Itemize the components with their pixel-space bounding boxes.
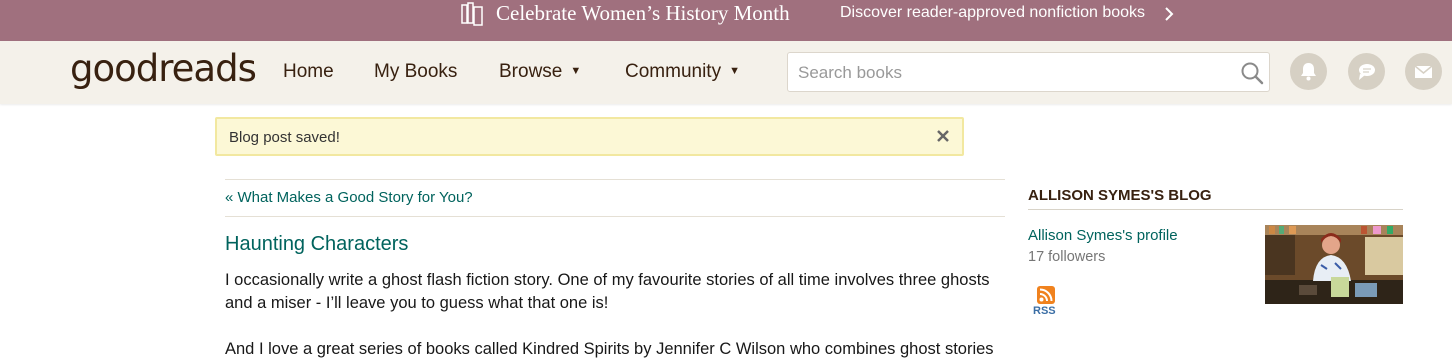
books-icon [461,2,483,26]
messages-button[interactable] [1405,53,1442,90]
mail-icon [1414,65,1433,78]
blog-sidebar-heading: ALLISON SYMES'S BLOG [1028,187,1212,204]
logo-reads: reads [158,47,257,90]
chevron-right-icon[interactable] [1163,5,1175,23]
nav-home[interactable]: Home [283,61,334,83]
post-paragraph: I occasionally write a ghost flash ficti… [225,271,990,312]
rss-icon[interactable] [1037,286,1055,304]
search-input[interactable] [798,62,1228,84]
rss-label[interactable]: RSS [1033,305,1056,317]
author-photo-image [1265,225,1403,304]
author-photo[interactable] [1265,225,1403,304]
chat-icon [1359,64,1375,80]
nav-browse[interactable]: Browse ▼ [499,61,581,83]
bell-icon [1301,63,1316,81]
notice-text: Blog post saved! [229,129,340,146]
caret-down-icon: ▼ [570,65,582,77]
flash-notice: Blog post saved! [215,117,964,156]
divider [225,179,1005,180]
nav-browse-label: Browse [499,61,563,82]
post-title[interactable]: Haunting Characters [225,233,408,256]
nav-community[interactable]: Community ▼ [625,61,740,83]
divider [1028,209,1403,210]
search-box [787,52,1270,92]
goodreads-logo[interactable]: goodreads [70,47,257,90]
promo-link[interactable]: Discover reader-approved nonfiction book… [840,4,1145,22]
logo-good: good [70,47,159,90]
divider [225,216,1005,217]
promo-banner[interactable]: Celebrate Women’s History Month Discover… [0,0,1452,41]
promo-title[interactable]: Celebrate Women’s History Month [496,1,790,26]
author-profile-link[interactable]: Allison Symes's profile [1028,227,1178,244]
close-icon[interactable] [935,128,951,144]
discussions-button[interactable] [1348,53,1385,90]
search-icon[interactable] [1239,60,1265,86]
nav-my-books[interactable]: My Books [374,61,457,83]
nav-community-label: Community [625,61,722,82]
previous-post-link[interactable]: « What Makes a Good Story for You? [225,189,473,206]
notifications-button[interactable] [1290,53,1327,90]
site-header: goodreads Home My Books Browse ▼ Communit… [0,41,1452,104]
caret-down-icon: ▼ [729,65,740,77]
post-paragraph: And I love a great series of books calle… [225,340,994,358]
followers-count: 17 followers [1028,249,1106,265]
